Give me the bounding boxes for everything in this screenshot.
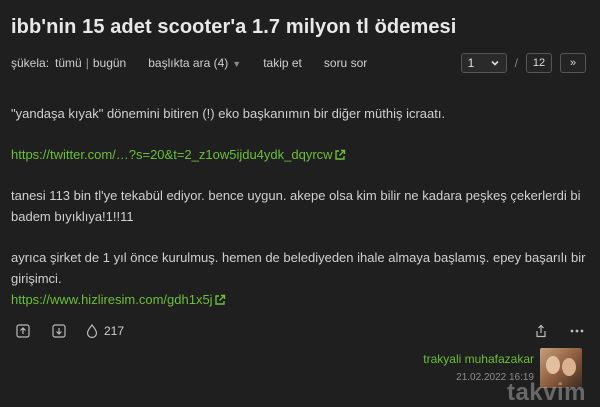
watermark: takvim [506, 379, 586, 406]
topic-subnav: şükela: tümü | bugün başlıkta ara (4) ▼ t… [11, 56, 367, 70]
favorite-button[interactable]: 217 [86, 324, 124, 338]
chevron-down-icon: ▼ [232, 59, 242, 69]
entry-paragraph: tanesi 113 bin tl'ye tekabül ediyor. ben… [11, 188, 581, 224]
upvote-icon [16, 324, 30, 338]
page-select[interactable]: 1 [460, 53, 507, 73]
ask-question-button[interactable]: soru sor [324, 56, 367, 70]
sukela-today-link[interactable]: bugün [93, 56, 126, 70]
sukela-all-link[interactable]: tümü [55, 56, 82, 70]
entry-content: "yandaşa kıyak" dönemini bitiren (!) eko… [11, 103, 589, 330]
search-in-topic-button[interactable]: başlıkta ara (4) ▼ [148, 56, 241, 70]
drop-icon [86, 324, 98, 338]
entry-link-paragraph: https://twitter.com/…?s=20&t=2_z1ow5ijdu… [11, 144, 589, 165]
more-button[interactable] [568, 322, 586, 340]
external-link-icon [334, 149, 345, 160]
sukela-separator: | [85, 56, 89, 70]
downvote-icon [52, 324, 66, 338]
chevron-down-icon [491, 60, 499, 66]
entry-actions: 217 [14, 322, 124, 340]
entry-link-paragraph: https://www.hizliresim.com/gdh1x5j [11, 289, 589, 310]
avatar-face [562, 358, 576, 376]
search-in-topic-label: başlıkta ara (4) [148, 56, 229, 70]
downvote-button[interactable] [50, 322, 68, 340]
upvote-button[interactable] [14, 322, 32, 340]
topic-title[interactable]: ibb'nin 15 adet scooter'a 1.7 milyon tl … [11, 16, 456, 39]
author-name[interactable]: trakyali muhafazakar [423, 352, 534, 366]
sukela-label: şükela: [11, 56, 50, 70]
external-link-icon [214, 294, 225, 305]
follow-button[interactable]: takip et [263, 56, 302, 70]
share-icon [536, 324, 546, 338]
twitter-link[interactable]: https://twitter.com/…?s=20&t=2_z1ow5ijdu… [11, 147, 333, 162]
last-page-button[interactable]: 12 [526, 53, 552, 73]
more-icon [570, 329, 584, 333]
favorite-count: 217 [104, 324, 125, 338]
page-select-value: 1 [467, 56, 475, 70]
hizliresim-link[interactable]: https://www.hizliresim.com/gdh1x5j [11, 292, 213, 307]
pager-slash: / [514, 56, 518, 70]
entry-right-actions [532, 322, 586, 340]
avatar-face [546, 356, 560, 374]
entry-paragraph: "yandaşa kıyak" dönemini bitiren (!) eko… [11, 106, 446, 121]
pager: 1 / 12 » [460, 53, 586, 73]
share-button[interactable] [532, 322, 550, 340]
entry-paragraph: ayrıca şirket de 1 yıl önce kurulmuş. he… [11, 250, 586, 286]
next-page-button[interactable]: » [560, 53, 586, 73]
